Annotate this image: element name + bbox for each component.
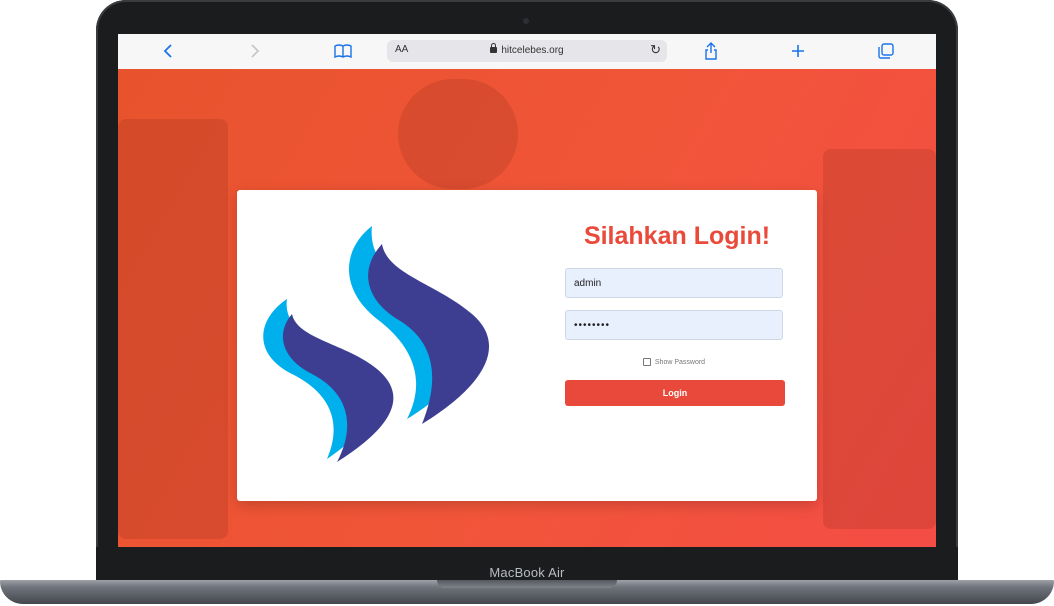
login-card: Silahkan Login! Show Password Login — [237, 190, 817, 501]
username-input[interactable] — [565, 268, 783, 298]
chevron-right-icon[interactable] — [243, 40, 267, 62]
reload-icon[interactable]: ↻ — [650, 42, 661, 58]
show-password-label: Show Password — [654, 359, 706, 366]
laptop-hinge-notch — [437, 580, 617, 588]
chevron-left-icon[interactable] — [156, 40, 180, 62]
login-page-background: Silahkan Login! Show Password Login — [118, 69, 936, 547]
share-icon[interactable] — [699, 40, 723, 62]
background-photo-shape — [823, 149, 936, 529]
lock-icon — [490, 43, 498, 53]
book-icon[interactable] — [331, 40, 355, 62]
password-input[interactable] — [565, 310, 783, 340]
url-text: hitcelebes.org — [501, 45, 564, 56]
show-password-checkbox[interactable] — [642, 358, 651, 367]
login-button[interactable]: Login — [565, 380, 785, 406]
laptop-screen: AA hitcelebes.org ↻ Silahkan Login! admi… — [118, 34, 936, 547]
show-password-row[interactable]: Show Password — [565, 358, 783, 368]
background-photo-shape — [118, 119, 228, 539]
tabs-icon[interactable] — [874, 40, 898, 62]
login-title: Silahkan Login! — [583, 222, 771, 250]
camera-icon — [523, 18, 529, 24]
brand-logo — [263, 226, 490, 462]
background-photo-shape — [398, 79, 518, 189]
url-display: hitcelebes.org — [387, 43, 667, 58]
browser-toolbar: AA hitcelebes.org ↻ — [118, 34, 936, 70]
address-bar[interactable]: AA hitcelebes.org ↻ — [387, 40, 667, 62]
device-model-label: MacBook Air — [489, 565, 565, 580]
plus-icon[interactable] — [786, 40, 810, 62]
